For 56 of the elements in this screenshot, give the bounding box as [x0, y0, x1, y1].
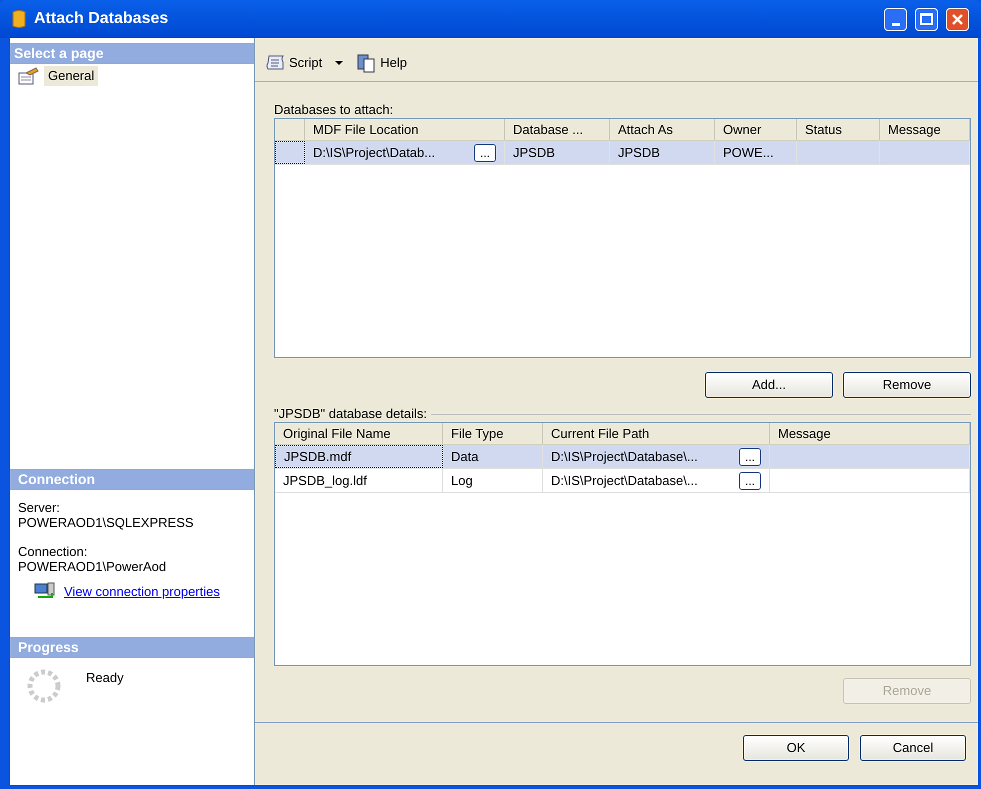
- column-header[interactable]: Owner: [715, 119, 797, 140]
- table-cell-text: Data: [451, 448, 478, 466]
- column-header[interactable]: Status: [797, 119, 880, 140]
- table-row[interactable]: JPSDB.mdf Data D:\IS\Project\Database\... ...: [275, 445, 970, 469]
- database-details-label: "JPSDB" database details:: [274, 406, 428, 422]
- databases-to-attach-label: Databases to attach:: [274, 102, 394, 118]
- table-cell-text: JPSDB: [618, 144, 660, 162]
- column-header[interactable]: Original File Name: [275, 423, 443, 444]
- table-cell-text: D:\IS\Project\Database\...: [551, 472, 698, 490]
- server-name: POWERAOD1\SQLEXPRESS: [18, 515, 195, 530]
- sidebar-item[interactable]: General: [44, 66, 98, 86]
- table-row[interactable]: JPSDB_log.ldf Log D:\IS\Project\Database\... ...: [275, 469, 970, 493]
- script-button[interactable]: Script: [265, 52, 344, 72]
- add-button[interactable]: Add...: [705, 372, 833, 398]
- column-header[interactable]: File Type: [443, 423, 543, 444]
- browse-button[interactable]: ...: [738, 472, 761, 490]
- column-header[interactable]: Current File Path: [543, 423, 770, 444]
- column-header[interactable]: Message: [770, 423, 970, 444]
- browse-button[interactable]: ...: [738, 448, 761, 466]
- close-icon: [951, 12, 964, 26]
- table-cell-text: JPSDB_log.ldf: [283, 472, 367, 490]
- table-cell-text: Log: [451, 472, 473, 490]
- progress-spinner-icon: [26, 668, 62, 704]
- cancel-button[interactable]: Cancel: [860, 735, 966, 761]
- dropdown-arrow-icon: [334, 60, 344, 66]
- close-button[interactable]: [946, 8, 969, 30]
- monitor-icon: [34, 582, 56, 600]
- table-cell-text: D:\IS\Project\Database\...: [551, 448, 698, 466]
- table-cell-text: D:\IS\Project\Datab...: [313, 144, 436, 162]
- connection-label: Connection:: [18, 544, 88, 559]
- section-header: Connection: [10, 469, 254, 490]
- database-icon: [12, 9, 26, 29]
- ok-button[interactable]: OK: [743, 735, 849, 761]
- table-cell-text: POWE...: [723, 144, 774, 162]
- remove-button[interactable]: Remove: [843, 372, 971, 398]
- view-connection-properties-link[interactable]: View connection properties: [64, 584, 220, 598]
- column-header[interactable]: Message: [880, 119, 970, 140]
- connection-name: POWERAOD1\PowerAod: [18, 559, 168, 574]
- document-icon: [356, 52, 376, 72]
- table-cell-text: JPSDB: [513, 144, 555, 162]
- column-header[interactable]: MDF File Location: [305, 119, 505, 140]
- minimize-button[interactable]: [884, 8, 907, 30]
- server-label: Server:: [18, 500, 61, 515]
- table-row[interactable]: D:\IS\Project\Datab... ... JPSDB JPSDB POWE...: [275, 141, 970, 165]
- maximize-button[interactable]: [915, 8, 938, 30]
- column-header[interactable]: Database ...: [505, 119, 610, 140]
- table-cell-text: JPSDB.mdf: [284, 448, 352, 466]
- scroll-icon: [265, 54, 285, 72]
- section-header: Progress: [10, 637, 254, 658]
- help-button[interactable]: Help: [356, 52, 407, 72]
- page-icon: [18, 66, 40, 85]
- browse-button[interactable]: ...: [474, 144, 496, 162]
- progress-status: Ready: [86, 669, 124, 687]
- window-title: Attach Databases: [34, 9, 170, 29]
- section-header: Select a page: [10, 43, 254, 64]
- column-header[interactable]: Attach As: [610, 119, 715, 140]
